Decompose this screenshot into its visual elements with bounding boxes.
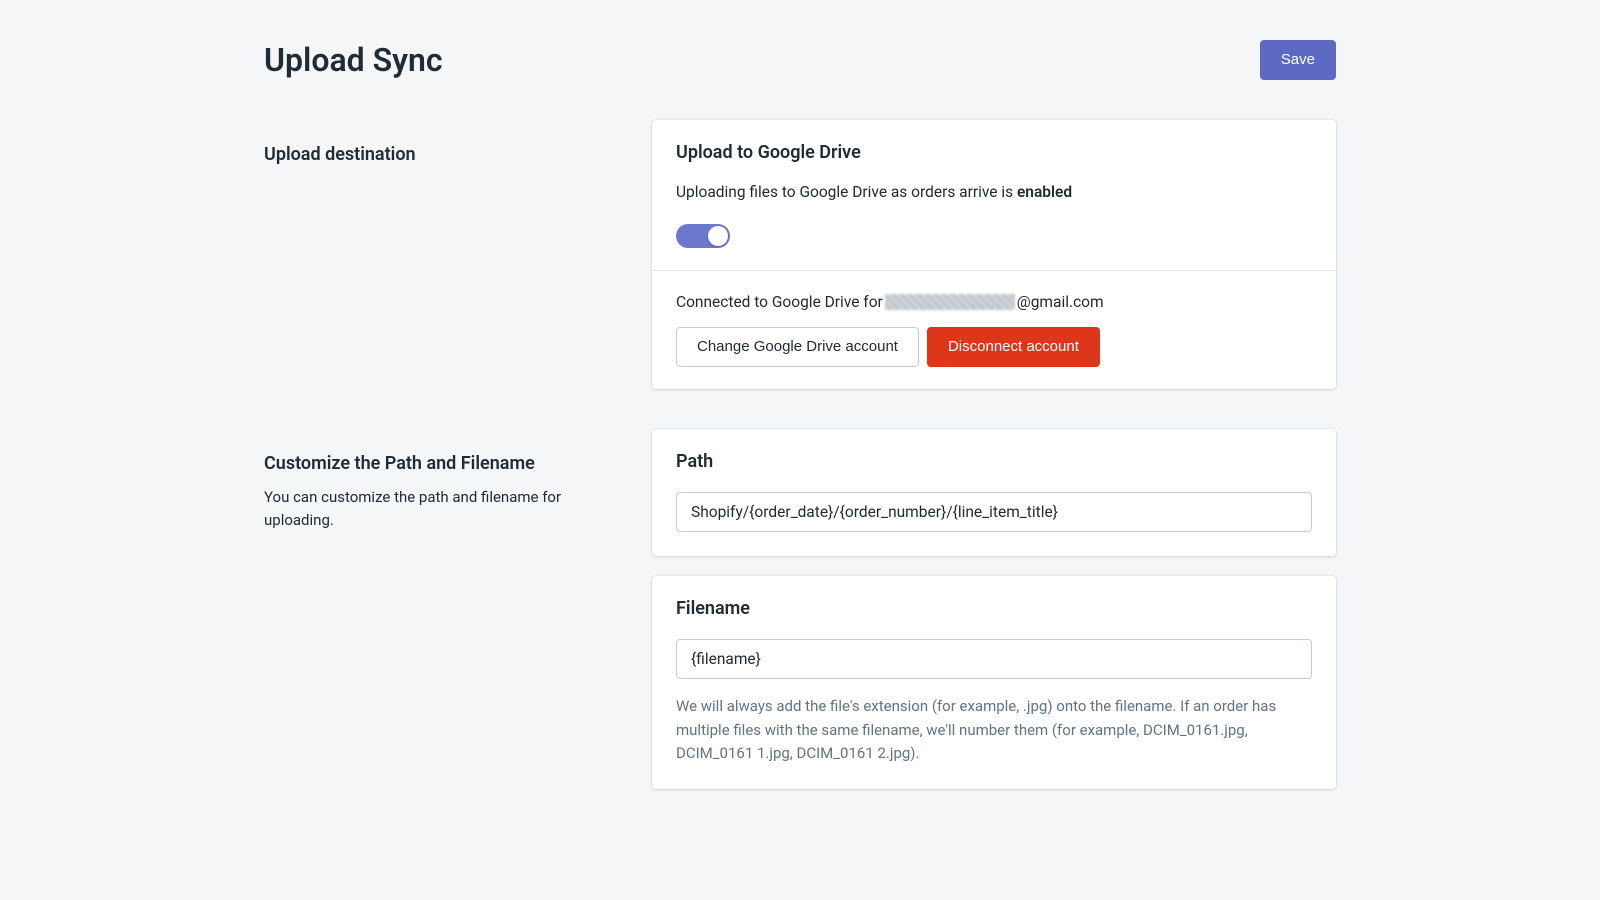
section-side-desc: You can customize the path and filename … [264,486,620,531]
card-section-path: Path [652,429,1336,556]
disconnect-account-button[interactable]: Disconnect account [927,327,1100,367]
upload-status-text: Uploading files to Google Drive as order… [676,181,1312,204]
path-card: Path [652,429,1336,556]
section-side-title: Upload destination [264,144,620,165]
upload-destination-section: Upload destination Upload to Google Driv… [264,120,1336,409]
card-section-filename: Filename We will always add the file's e… [652,576,1336,789]
card-section-account: Connected to Google Drive for @gmail.com… [652,270,1336,389]
connected-account-text: Connected to Google Drive for @gmail.com [676,293,1312,311]
toggle-thumb [708,226,728,246]
section-side: Customize the Path and Filename You can … [264,429,620,809]
filename-input[interactable] [676,639,1312,679]
filename-card: Filename We will always add the file's e… [652,576,1336,789]
account-button-row: Change Google Drive account Disconnect a… [676,327,1312,367]
path-input[interactable] [676,492,1312,532]
section-side: Upload destination [264,120,620,409]
section-side-title: Customize the Path and Filename [264,453,620,474]
card-section-status: Upload to Google Drive Uploading files t… [652,120,1336,270]
filename-help-text: We will always add the file's extension … [676,695,1312,765]
section-main: Upload to Google Drive Uploading files t… [652,120,1336,409]
change-account-button[interactable]: Change Google Drive account [676,327,919,367]
filename-title: Filename [676,598,1312,619]
card-title: Upload to Google Drive [676,142,1312,163]
status-prefix: Uploading files to Google Drive as order… [676,183,1017,201]
upload-toggle[interactable] [676,224,730,248]
save-button[interactable]: Save [1260,40,1336,80]
connected-suffix: @gmail.com [1017,293,1104,311]
path-title: Path [676,451,1312,472]
redacted-email-user [885,294,1015,310]
customize-section: Customize the Path and Filename You can … [264,429,1336,809]
upload-drive-card: Upload to Google Drive Uploading files t… [652,120,1336,389]
page-title: Upload Sync [264,41,443,79]
page-header: Upload Sync Save [264,40,1336,80]
status-word: enabled [1017,183,1072,201]
connected-prefix: Connected to Google Drive for [676,293,883,311]
section-main: Path Filename We will always add the fil… [652,429,1336,809]
